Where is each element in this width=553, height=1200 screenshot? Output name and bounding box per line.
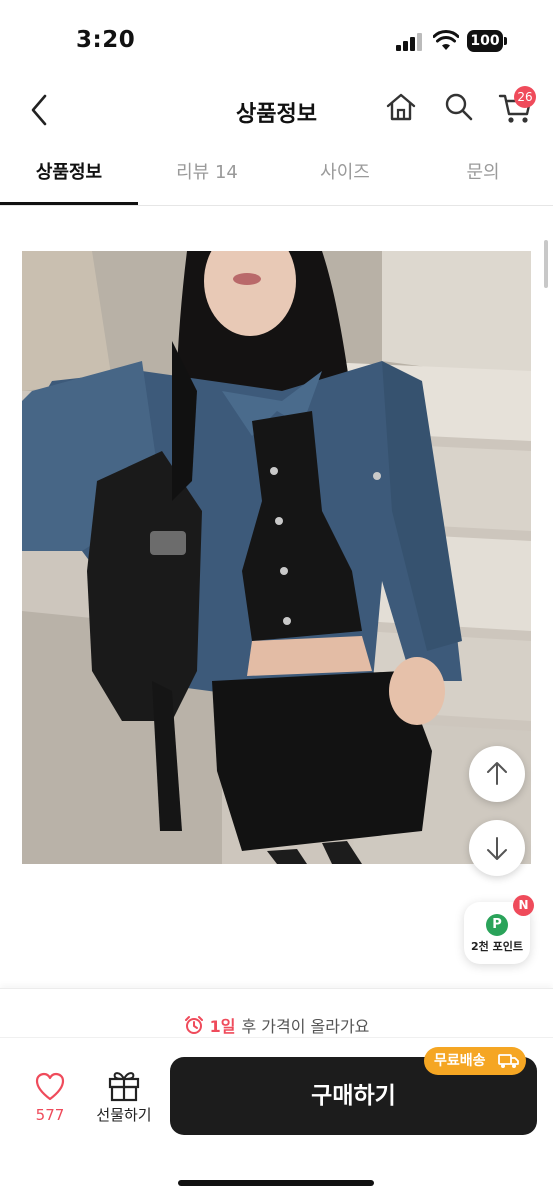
- status-time: 3:20: [76, 27, 136, 53]
- free-shipping-label: 무료배송: [434, 1053, 486, 1069]
- tab-size[interactable]: 사이즈: [276, 150, 414, 206]
- notice-text: 후 가격이 올라가요: [241, 1017, 370, 1036]
- points-label: 2천 포인트: [471, 940, 523, 953]
- divider: [0, 1037, 553, 1038]
- header: 상품정보: [0, 80, 553, 140]
- back-icon[interactable]: [22, 90, 58, 130]
- alarm-clock-icon: [184, 1016, 203, 1034]
- points-icon: P: [486, 914, 508, 936]
- signal-icon: [396, 33, 426, 51]
- gift-label: 선물하기: [96, 1106, 152, 1124]
- gift-icon: [108, 1072, 140, 1102]
- battery-level: 100: [467, 30, 503, 52]
- scroll-up-button[interactable]: [469, 746, 525, 802]
- arrow-down-icon: [487, 837, 507, 860]
- home-icon[interactable]: [384, 90, 418, 124]
- tab-inquiry[interactable]: 문의: [414, 150, 552, 206]
- product-image: [22, 251, 531, 864]
- scrollbar[interactable]: [544, 240, 548, 288]
- price-notice: 1일 후 가격이 올라가요: [0, 1013, 553, 1039]
- gift-button[interactable]: 선물하기: [88, 1068, 160, 1128]
- tab-reviews[interactable]: 리뷰 14: [138, 150, 276, 206]
- notice-day: 1일: [209, 1017, 236, 1036]
- battery-icon: 100: [467, 30, 507, 52]
- tab-product-info[interactable]: 상품정보: [0, 150, 138, 206]
- active-tab-indicator: [0, 202, 138, 205]
- wifi-icon: [433, 30, 459, 50]
- new-badge: N: [513, 895, 534, 916]
- cart-count-badge: 26: [514, 86, 536, 108]
- free-shipping-badge: 무료배송: [424, 1047, 526, 1075]
- scroll-down-button[interactable]: [469, 820, 525, 876]
- like-count: 577: [35, 1106, 65, 1124]
- tab-bar: 상품정보 리뷰 14 사이즈 문의: [0, 150, 553, 206]
- like-button[interactable]: 577: [24, 1070, 76, 1130]
- arrow-up-icon: [487, 762, 507, 785]
- home-indicator[interactable]: [178, 1180, 374, 1186]
- heart-icon: [35, 1072, 65, 1101]
- search-icon[interactable]: [442, 90, 476, 124]
- truck-icon: [498, 1054, 519, 1068]
- status-bar: 3:20 100: [0, 0, 553, 80]
